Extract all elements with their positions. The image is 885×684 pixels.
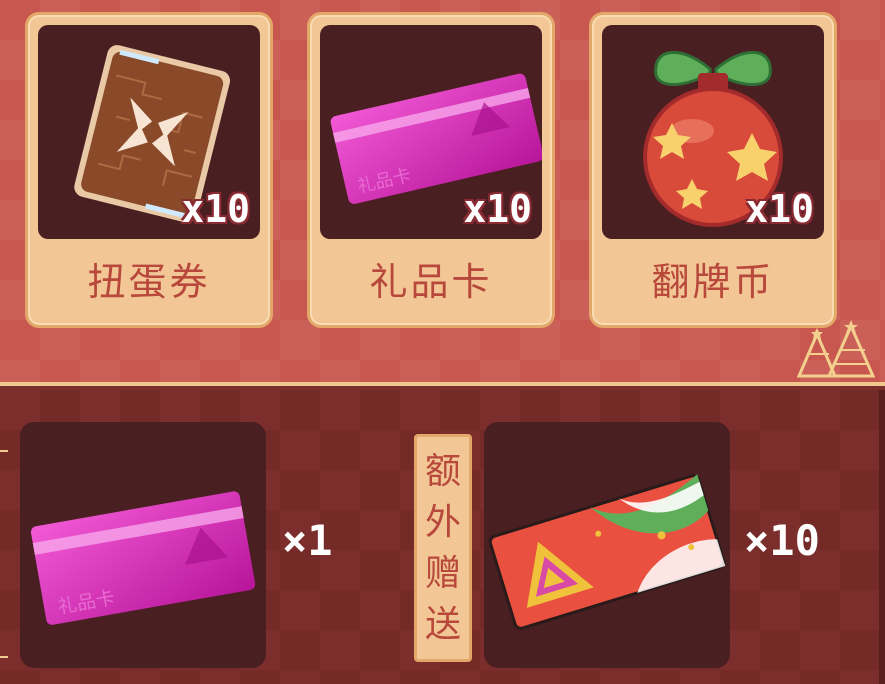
reward-slot-bonus-ticket[interactable] xyxy=(484,422,730,668)
item-card-gacha-ticket[interactable]: x10 扭蛋券 xyxy=(25,12,273,328)
item-image-well: x10 xyxy=(602,25,824,239)
reward-slot-gift-card[interactable]: 礼品卡 xyxy=(20,422,266,668)
item-image-well: x10 xyxy=(38,25,260,239)
item-card-ornament-coin[interactable]: x10 翻牌币 xyxy=(589,12,837,328)
item-quantity: x10 xyxy=(181,187,250,231)
panel-edge xyxy=(879,390,885,684)
edge-marker xyxy=(0,450,8,452)
bonus-tag-char: 额 xyxy=(424,451,461,492)
festive-ticket-icon xyxy=(488,474,726,630)
reward-quantity: ×1 xyxy=(282,516,333,565)
bonus-tag-char: 外 xyxy=(424,502,461,543)
shop-panel: x10 扭蛋券 礼品卡 x10 礼品卡 x10 翻牌币 xyxy=(0,0,885,386)
item-image-well: 礼品卡 x10 xyxy=(320,25,542,239)
christmas-tree-icon xyxy=(796,320,876,378)
bonus-tag: 额 外 赠 送 xyxy=(414,434,472,662)
gift-card-icon: 礼品卡 xyxy=(30,491,256,625)
bonus-quantity: ×10 xyxy=(744,516,820,565)
bonus-tag-char: 赠 xyxy=(424,553,461,594)
item-label: 礼品卡 xyxy=(369,260,493,304)
item-label: 翻牌币 xyxy=(651,260,775,304)
edge-marker xyxy=(0,656,8,658)
bonus-tag-char: 送 xyxy=(424,604,461,645)
item-quantity: x10 xyxy=(745,187,814,231)
item-card-gift-card[interactable]: 礼品卡 x10 礼品卡 xyxy=(307,12,555,328)
item-label: 扭蛋券 xyxy=(87,260,211,304)
reward-panel: 礼品卡 ×1 额 外 赠 送 ×10 xyxy=(0,390,885,684)
item-quantity: x10 xyxy=(463,187,532,231)
